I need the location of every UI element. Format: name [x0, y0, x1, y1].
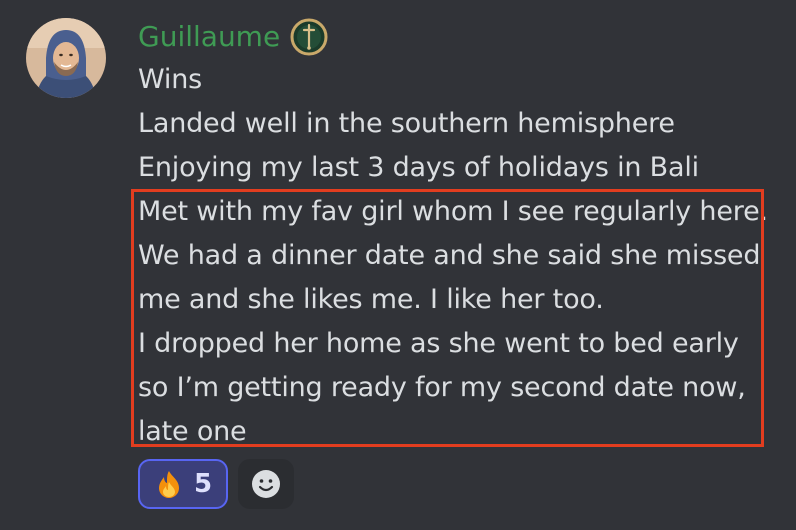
message-content: Wins Landed well in the southern hemisph…	[138, 58, 778, 454]
message-line: Met with my fav girl whom I see regularl…	[138, 196, 768, 227]
reactions-bar: 5	[138, 459, 294, 509]
add-reaction-button[interactable]	[238, 459, 294, 509]
reaction-count: 5	[193, 469, 213, 499]
message-line: We had a dinner date and she said she mi…	[138, 240, 761, 271]
message-line: I dropped her home as she went to bed ea…	[138, 328, 739, 359]
message-line: so I’m getting ready for my second date …	[138, 372, 746, 403]
author-username[interactable]: Guillaume	[138, 16, 280, 58]
smiley-add-reaction-icon	[252, 470, 280, 498]
message-header: Guillaume	[138, 16, 328, 58]
user-avatar[interactable]	[26, 18, 106, 98]
message-line: Wins	[138, 64, 202, 95]
message-line: me and she likes me. I like her too.	[138, 284, 604, 315]
message-line: Enjoying my last 3 days of holidays in B…	[138, 152, 699, 183]
sword-role-icon[interactable]	[290, 18, 328, 56]
chat-message-view: Guillaume Wins Landed well in the southe…	[0, 0, 796, 530]
reaction-fire[interactable]: 5	[138, 459, 228, 509]
message-line: Landed well in the southern hemisphere	[138, 108, 675, 139]
fire-emoji-icon	[154, 469, 184, 499]
message-line: late one	[138, 416, 247, 447]
avatar-image	[26, 18, 106, 98]
